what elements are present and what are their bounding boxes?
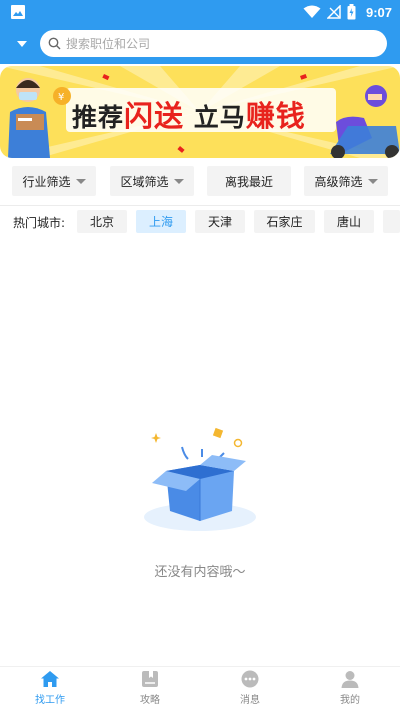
signal-icon	[326, 5, 341, 19]
empty-box-icon	[144, 427, 256, 531]
book-icon	[142, 671, 158, 687]
filter-label: 区域筛选	[120, 174, 169, 189]
bottom-tab-bar: 找工作 攻略 消息 我的	[0, 666, 400, 711]
city-chip-more[interactable]	[383, 210, 400, 233]
status-time: 9:07	[365, 4, 392, 20]
city-chip-tianjin[interactable]: 天津	[195, 210, 245, 233]
filter-label: 行业筛选	[22, 174, 71, 189]
banner-title-red2: 赚钱	[245, 99, 306, 133]
tab-guide[interactable]: 攻略	[100, 667, 200, 711]
city-chip-shijiazhuang[interactable]: 石家庄	[254, 210, 315, 233]
banner-title-part1: 推荐	[72, 103, 125, 132]
promo-banner[interactable]: ¥ 推荐闪送 立马赚钱	[0, 66, 400, 158]
banner-title: 推荐闪送 立马赚钱	[72, 93, 306, 135]
filter-bar: 行业筛选 区域筛选 离我最近 高级筛选	[0, 166, 400, 198]
search-placeholder: 搜索职位和公司	[66, 37, 151, 51]
status-bar: 9:07	[0, 0, 400, 24]
caret-down-icon	[75, 178, 86, 184]
banner-title-part2: 立马	[193, 103, 246, 132]
svg-text:¥: ¥	[58, 92, 64, 103]
home-icon	[41, 671, 59, 687]
hot-cities-label: 热门城市:	[13, 216, 66, 230]
city-chip-tangshan[interactable]: 唐山	[324, 210, 374, 233]
search-icon	[48, 37, 61, 50]
search-input[interactable]: 搜索职位和公司	[40, 30, 387, 57]
filter-industry[interactable]: 行业筛选	[12, 166, 96, 196]
chat-icon	[241, 670, 259, 688]
image-notification-icon	[11, 5, 25, 19]
tab-messages[interactable]: 消息	[200, 667, 300, 711]
battery-icon	[347, 4, 356, 20]
dropdown-arrow-icon[interactable]	[14, 37, 30, 51]
tab-label: 消息	[240, 695, 260, 706]
hot-cities-row: 热门城市: 北京 上海 天津 石家庄 唐山	[0, 205, 400, 235]
caret-down-icon	[173, 178, 184, 184]
empty-state-text: 还没有内容哦～	[154, 565, 246, 580]
filter-advanced[interactable]: 高级筛选	[304, 166, 388, 196]
filter-nearest[interactable]: 离我最近	[207, 166, 291, 196]
filter-label: 离我最近	[224, 174, 273, 189]
tab-label: 找工作	[35, 695, 65, 706]
caret-down-icon	[367, 178, 378, 184]
tab-label: 攻略	[140, 695, 160, 706]
city-chip-beijing[interactable]: 北京	[77, 210, 127, 233]
tab-profile[interactable]: 我的	[300, 667, 400, 711]
filter-region[interactable]: 区域筛选	[110, 166, 194, 196]
banner-title-red1: 闪送	[124, 99, 185, 133]
tab-find-job[interactable]: 找工作	[0, 667, 100, 711]
filter-label: 高级筛选	[314, 174, 363, 189]
user-icon	[341, 671, 359, 688]
tab-label: 我的	[340, 695, 360, 706]
top-bar: 搜索职位和公司	[0, 24, 400, 64]
city-chip-shanghai[interactable]: 上海	[136, 210, 186, 233]
wifi-icon	[303, 5, 321, 18]
